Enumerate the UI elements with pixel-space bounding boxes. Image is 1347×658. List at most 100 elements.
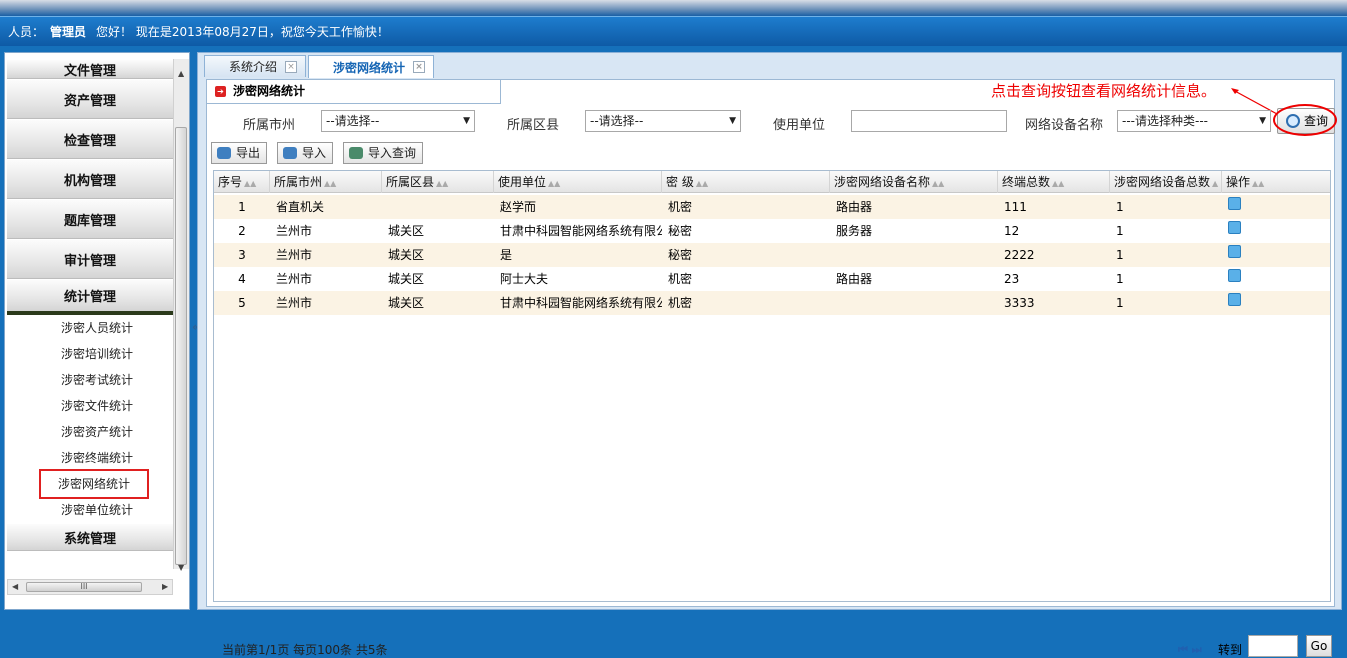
column-header[interactable]: 终端总数 ▲▲ <box>998 171 1110 193</box>
table-cell: 机密 <box>668 200 693 214</box>
menu-section-question-bank[interactable]: 题库管理 <box>7 199 173 239</box>
chevron-down-icon: ▼ <box>1259 116 1266 126</box>
column-header-label: 操作 <box>1226 175 1251 189</box>
table-cell: 城关区 <box>388 248 425 262</box>
city-select-value: --请选择-- <box>326 114 380 128</box>
sort-icon: ▲▲ <box>1052 179 1065 188</box>
menu-section-file[interactable]: 文件管理 <box>7 59 173 79</box>
menu-item-terminal-stats[interactable]: 涉密终端统计 <box>21 445 173 471</box>
table-cell-action <box>1222 291 1330 315</box>
menu-section-system[interactable]: 系统管理 <box>7 523 173 551</box>
close-icon[interactable]: × <box>285 60 298 73</box>
goto-page-input[interactable] <box>1248 635 1298 657</box>
table-row[interactable]: 1 省直机关 赵学而 机密 路由器 111 1 <box>214 195 1330 219</box>
sort-icon: ▲▲ <box>1252 179 1265 188</box>
tab-bar: 系统介绍 × 涉密网络统计 × <box>204 55 436 78</box>
scroll-right-arrow-icon[interactable]: ▶ <box>162 582 168 591</box>
menu-section-assets[interactable]: 资产管理 <box>7 79 173 119</box>
column-header-label: 所属区县 <box>386 175 435 189</box>
data-grid: 序号 ▲▲ 所属市州 ▲▲ 所属区县 ▲▲ 使用单位 ▲▲ 密 级 ▲▲ 涉密网络设备名称… <box>213 170 1332 657</box>
view-icon[interactable] <box>1228 221 1241 234</box>
export-icon <box>217 147 231 159</box>
highlight-circle <box>1273 104 1337 136</box>
menu-section-label: 审计管理 <box>63 253 116 269</box>
column-header-label: 密 级 <box>666 175 694 189</box>
table-cell: 服务器 <box>836 224 873 238</box>
close-icon[interactable]: × <box>413 61 426 73</box>
table-cell: 1 <box>1116 272 1124 286</box>
table-cell: 兰州市 <box>276 248 313 262</box>
sort-icon: ▲ <box>1212 179 1219 188</box>
menu-section-organization[interactable]: 机构管理 <box>7 159 173 199</box>
view-icon[interactable] <box>1228 197 1241 210</box>
unit-input[interactable] <box>851 110 1007 132</box>
go-button[interactable]: Go <box>1306 635 1332 657</box>
table-cell: 2222 <box>1004 248 1035 262</box>
sort-icon: ▲▲ <box>548 179 561 188</box>
table-cell: 阿士大夫 <box>500 272 549 286</box>
table-cell <box>830 291 998 315</box>
table-cell: 1 <box>1116 248 1124 262</box>
table-cell: 赵学而 <box>500 200 537 214</box>
table-cell: 机密 <box>668 296 693 310</box>
sort-icon: ▲▲ <box>932 179 945 188</box>
export-button[interactable]: 导出 <box>211 142 268 164</box>
menu-item-document-stats[interactable]: 涉密文件统计 <box>21 393 173 419</box>
view-icon[interactable] <box>1228 269 1241 282</box>
table-row[interactable]: 3 兰州市 城关区 是 秘密 2222 1 <box>214 243 1330 267</box>
tab-system-intro[interactable]: 系统介绍 × <box>204 55 307 77</box>
table-row[interactable]: 5 兰州市 城关区 甘肃中科园智能网络系统有限公 机密 3333 1 <box>214 291 1330 315</box>
menu-item-exam-stats[interactable]: 涉密考试统计 <box>21 367 173 393</box>
menu-section-audit[interactable]: 审计管理 <box>7 239 173 279</box>
column-header-label: 所属市州 <box>274 175 323 189</box>
view-icon[interactable] <box>1228 245 1241 258</box>
column-header[interactable]: 所属区县 ▲▲ <box>382 171 494 193</box>
tab-label: 系统介绍 <box>229 60 278 74</box>
table-cell: 路由器 <box>836 200 873 214</box>
city-select[interactable]: --请选择-- ▼ <box>321 110 475 132</box>
table-cell: 城关区 <box>388 224 425 238</box>
menu-item-network-stats[interactable]: 涉密网络统计 <box>39 469 149 499</box>
column-header[interactable]: 序号 ▲▲ <box>214 171 270 193</box>
menu-item-training-stats[interactable]: 涉密培训统计 <box>21 341 173 367</box>
table-row[interactable]: 2 兰州市 城关区 甘肃中科园智能网络系统有限公 秘密 服务器 12 1 <box>214 219 1330 243</box>
column-header[interactable]: 涉密网络设备总数 ▲ <box>1110 171 1222 193</box>
column-header[interactable]: 密 级 ▲▲ <box>662 171 830 193</box>
table-cell: 12 <box>1004 224 1020 238</box>
scroll-up-arrow-icon[interactable]: ▲ <box>178 69 184 78</box>
district-select[interactable]: --请选择-- ▼ <box>585 110 741 132</box>
page-nav-icons[interactable]: ⏮ ⏭ <box>1178 643 1202 657</box>
user-name: 管理员 <box>50 25 87 39</box>
table-cell: 1 <box>1116 200 1124 214</box>
device-select[interactable]: ---请选择种类--- ▼ <box>1117 110 1271 132</box>
table-cell: 甘肃中科园智能网络系统有限公 <box>500 224 662 238</box>
menu-item-asset-stats[interactable]: 涉密资产统计 <box>21 419 173 445</box>
table-row[interactable]: 4 兰州市 城关区 阿士大夫 机密 路由器 23 1 <box>214 267 1330 291</box>
table-cell: 2 <box>238 224 246 238</box>
table-cell: 1 <box>1116 224 1124 238</box>
menu-item-unit-stats[interactable]: 涉密单位统计 <box>21 497 173 523</box>
tab-network-stats[interactable]: 涉密网络统计 × <box>308 55 435 78</box>
scroll-left-arrow-icon[interactable]: ◀ <box>12 582 18 591</box>
menu-section-label: 资产管理 <box>63 93 116 109</box>
column-header[interactable]: 涉密网络设备名称 ▲▲ <box>830 171 998 193</box>
menu-section-label: 题库管理 <box>63 213 116 229</box>
sidebar-horizontal-scroll-thumb[interactable]: III <box>26 582 142 592</box>
menu-item-personnel-stats[interactable]: 涉密人员统计 <box>21 315 173 341</box>
import-button[interactable]: 导入 <box>277 142 334 164</box>
annotation-text: 点击查询按钮查看网络统计信息。 <box>991 82 1217 100</box>
stats-panel: ➔ 涉密网络统计 点击查询按钮查看网络统计信息。 所属市州 --请选择-- ▼ 所属… <box>206 79 1337 657</box>
user-label: 人员： <box>8 25 45 39</box>
tab-label: 涉密网络统计 <box>333 60 406 75</box>
column-header[interactable]: 所属市州 ▲▲ <box>270 171 382 193</box>
view-icon[interactable] <box>1228 293 1241 306</box>
arrow-icon: ➔ <box>215 86 226 97</box>
sidebar-vertical-scroll-thumb[interactable] <box>175 127 187 565</box>
menu-section-inspection[interactable]: 检查管理 <box>7 119 173 159</box>
import-query-button[interactable]: 导入查询 <box>343 142 424 164</box>
column-header[interactable]: 使用单位 ▲▲ <box>494 171 662 193</box>
sidebar-horizontal-scrollbar[interactable]: ◀ III ▶ <box>7 579 173 595</box>
menu-section-statistics[interactable]: 统计管理 <box>7 279 173 315</box>
column-header[interactable]: 操作 ▲▲ <box>1222 171 1330 193</box>
scroll-down-arrow-icon[interactable]: ▼ <box>178 563 184 572</box>
